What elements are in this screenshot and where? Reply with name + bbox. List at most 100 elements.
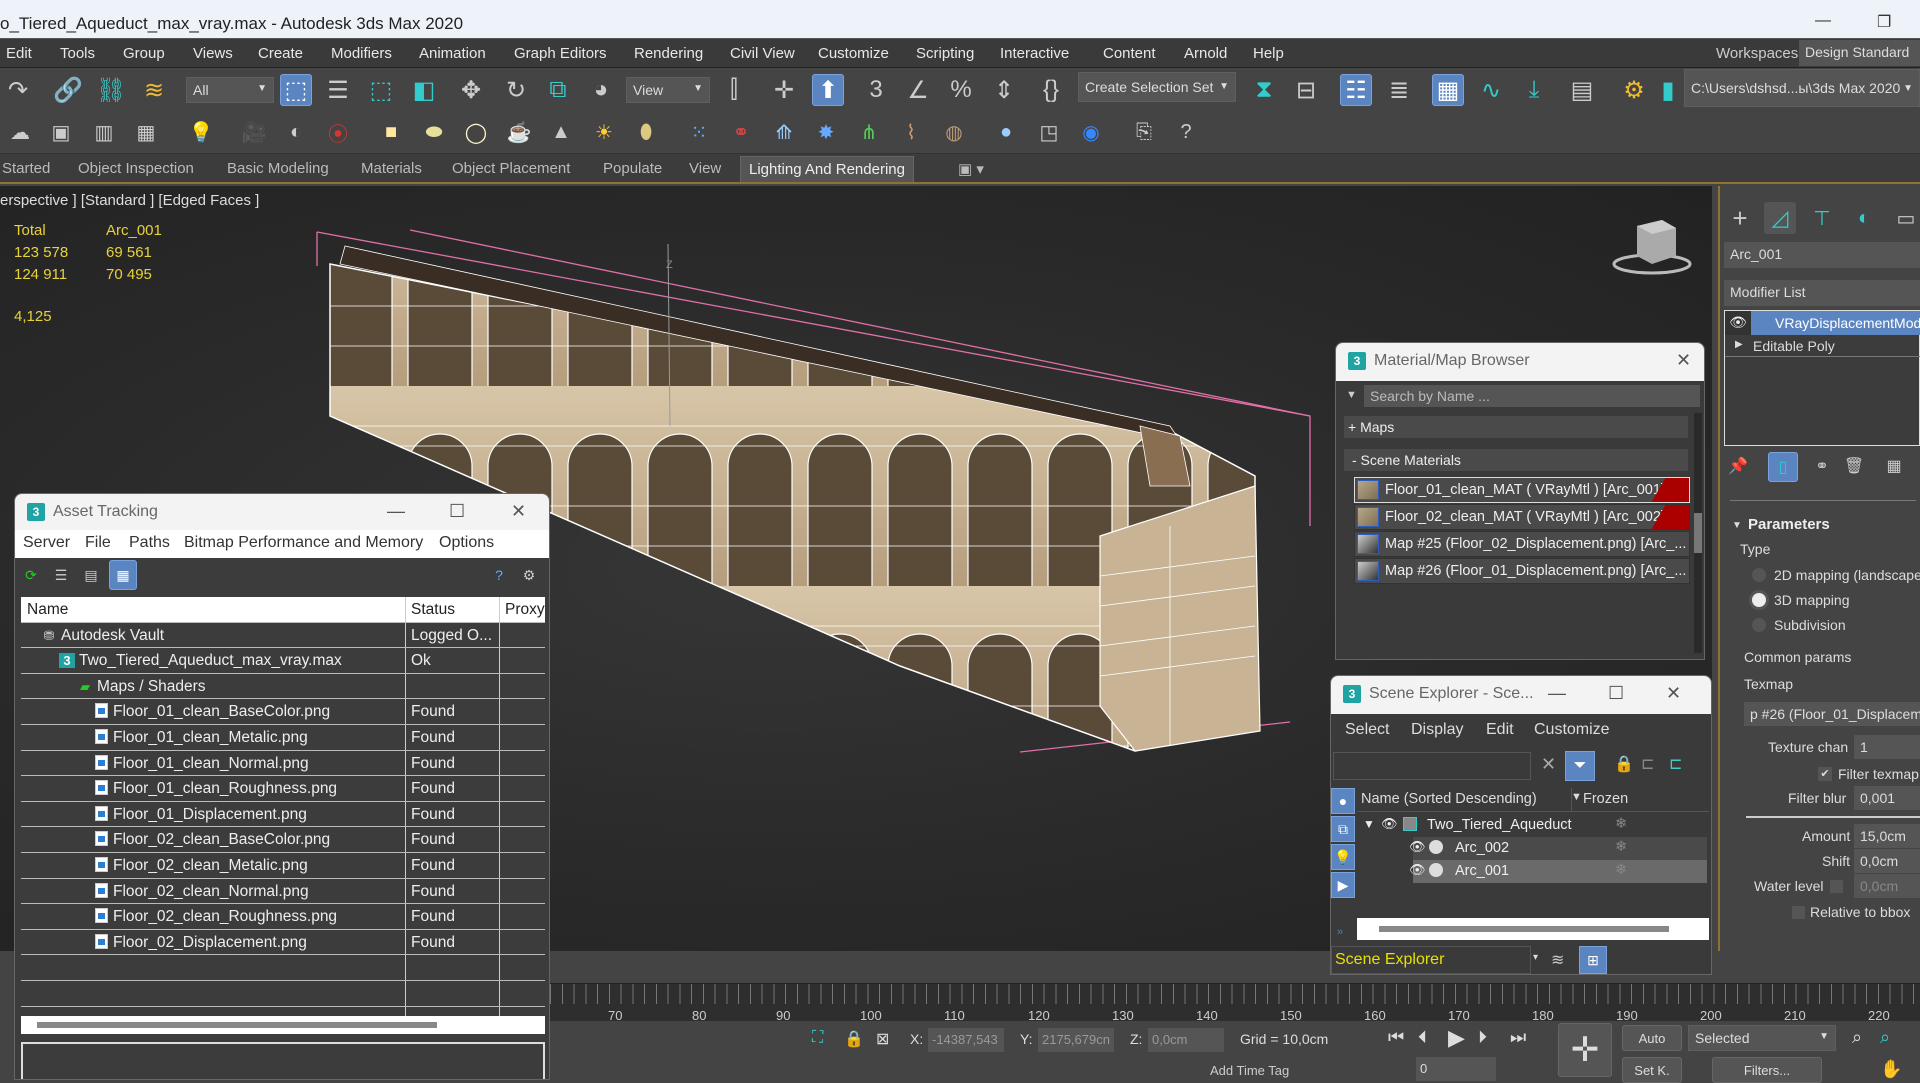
scale-icon[interactable]: ⧉: [542, 74, 574, 106]
zoom-icon[interactable]: ⌕: [1852, 1027, 1862, 1048]
expand-hierarchy-icon[interactable]: ⊏: [1669, 754, 1682, 774]
key-filter-dropdown[interactable]: Selected ▼: [1688, 1025, 1836, 1051]
align-icon[interactable]: ⊟: [1290, 74, 1322, 106]
table-row[interactable]: Floor_02_Displacement.png Found: [21, 929, 545, 956]
ies-light-icon[interactable]: ⬮: [630, 116, 662, 148]
display-shapes-icon[interactable]: ⧉: [1331, 816, 1355, 842]
vray-fur-icon[interactable]: ✸: [810, 116, 842, 148]
current-frame-spinner[interactable]: 0: [1416, 1057, 1496, 1081]
explorer-selector-dropdown[interactable]: Scene Explorer: [1331, 946, 1531, 974]
vfb-icon[interactable]: ◳: [1033, 116, 1065, 148]
menu-animation[interactable]: Animation: [419, 45, 486, 62]
project-folder-dropdown[interactable]: C:\Users\dshsd...ы\3ds Max 2020 ▼: [1684, 69, 1920, 107]
material-editor-icon[interactable]: ▤: [1566, 74, 1598, 106]
menu-edit[interactable]: Edit: [6, 45, 32, 62]
stack-item-vraydisplacementmod[interactable]: 👁 VRayDisplacementMod: [1725, 311, 1920, 335]
col-status[interactable]: Status: [407, 597, 500, 622]
minimize-icon[interactable]: —: [387, 501, 405, 522]
texmap-button[interactable]: p #26 (Floor_01_Displacemen: [1744, 702, 1920, 726]
scene-explorer-toggle-icon[interactable]: ☷: [1340, 74, 1372, 106]
col-name-sorted[interactable]: Name (Sorted Descending): [1361, 791, 1537, 807]
lock-icon[interactable]: 🔒: [1614, 754, 1634, 774]
tab-lighting-and-rendering[interactable]: Lighting And Rendering: [740, 156, 914, 182]
vray-grass-icon[interactable]: ⋔: [853, 116, 885, 148]
set-key-mode-button[interactable]: Set K.: [1622, 1057, 1682, 1083]
scene-explorer-titlebar[interactable]: 3 Scene Explorer - Sce... — ☐ ✕: [1331, 676, 1711, 714]
rectangular-selection-icon[interactable]: ⬚: [365, 74, 397, 106]
visibility-eye-icon[interactable]: 👁: [1409, 862, 1426, 878]
frozen-snowflake-icon[interactable]: ❄: [1615, 816, 1627, 832]
amount-spinner[interactable]: 15,0cm: [1854, 824, 1920, 848]
create-tab-icon[interactable]: +: [1724, 202, 1756, 234]
display-tab-icon[interactable]: ▭: [1890, 202, 1920, 234]
menu-scripting[interactable]: Scripting: [916, 45, 974, 62]
tab-object-inspection[interactable]: Object Inspection: [78, 160, 194, 177]
scene-tree-node[interactable]: 👁 Arc_002 ❄: [1361, 837, 1707, 860]
link-icon[interactable]: 🔗: [52, 74, 84, 106]
modify-tab-icon[interactable]: ◿: [1764, 202, 1796, 234]
mirror-icon[interactable]: ⧗: [1248, 74, 1280, 106]
water-level-checkbox[interactable]: [1830, 880, 1843, 893]
tree-view-icon[interactable]: ▤: [79, 562, 103, 588]
spinner-snap-icon[interactable]: ⇕: [988, 74, 1020, 106]
x-coordinate-field[interactable]: -14387,543: [928, 1028, 1004, 1052]
key-filters-button[interactable]: Filters...: [1712, 1057, 1822, 1083]
material-browser-titlebar[interactable]: 3 Material/Map Browser ✕: [1336, 343, 1704, 381]
motion-tab-icon[interactable]: ◐: [1848, 202, 1880, 234]
material-list-item[interactable]: Map #26 (Floor_01_Displacement.png) [Arc…: [1354, 558, 1690, 584]
toggle-ribbon-icon[interactable]: ▦: [1432, 74, 1464, 106]
eye-icon[interactable]: 👁: [1725, 311, 1751, 335]
visibility-eye-icon[interactable]: 👁: [1381, 816, 1398, 832]
close-icon[interactable]: ✕: [511, 501, 526, 522]
material-search-input[interactable]: Search by Name ...: [1364, 385, 1700, 407]
configure-modifier-sets-icon[interactable]: ▦: [1880, 452, 1908, 480]
time-slider-track[interactable]: 70 80 90 100 110 120 130 140 150 160 170 180 190 200 2…: [550, 983, 1920, 1023]
hierarchy-icon[interactable]: ⊏: [1641, 754, 1654, 774]
zoom-all-icon[interactable]: ⌕: [1880, 1027, 1890, 1048]
search-options-icon[interactable]: ▼: [1346, 389, 1357, 401]
table-row[interactable]: ⛃ Autodesk Vault Logged O...: [21, 622, 545, 649]
select-object-icon[interactable]: ⬚: [280, 74, 312, 106]
material-list-item[interactable]: Floor_02_clean_MAT ( VRayMtl ) [Arc_002]: [1354, 504, 1690, 530]
window-crossing-icon[interactable]: ◧: [408, 74, 440, 106]
workspaces-dropdown[interactable]: Design Standard: [1799, 40, 1920, 66]
menu-help[interactable]: Help: [1253, 45, 1284, 62]
unlink-icon[interactable]: ⛓: [95, 74, 127, 106]
scrollbar-thumb[interactable]: [1694, 513, 1702, 553]
help-icon[interactable]: ?: [487, 562, 511, 588]
select-manipulate-icon[interactable]: ✛: [768, 74, 800, 106]
pin-stack-icon[interactable]: 📌: [1724, 452, 1752, 480]
filter-blur-spinner[interactable]: 0,001: [1854, 786, 1920, 810]
tab-view[interactable]: View: [689, 160, 721, 177]
filter-texmap-checkbox[interactable]: ✔: [1818, 767, 1832, 781]
pivot-center-icon[interactable]: ⫿: [718, 74, 750, 106]
modifier-list-dropdown[interactable]: Modifier List: [1724, 280, 1920, 306]
auto-key-button[interactable]: Auto: [1622, 1025, 1682, 1051]
make-unique-icon[interactable]: ⚭: [1808, 452, 1836, 480]
col-name[interactable]: Name: [21, 597, 406, 622]
table-row[interactable]: Floor_02_clean_Normal.png Found: [21, 878, 545, 905]
col-proxy[interactable]: Proxy: [501, 597, 545, 622]
teapot-light-icon[interactable]: ☕: [503, 116, 535, 148]
help-icon[interactable]: ?: [1170, 116, 1202, 148]
col-frozen[interactable]: Frozen: [1583, 791, 1628, 807]
y-coordinate-field[interactable]: 2175,679cn: [1038, 1028, 1114, 1052]
radio-3d-mapping[interactable]: 3D mapping: [1752, 592, 1850, 608]
keyboard-shortcut-override-icon[interactable]: ⬆: [812, 74, 844, 106]
asset-menu-server[interactable]: Server: [23, 534, 70, 552]
tab-object-placement[interactable]: Object Placement: [452, 160, 570, 177]
rollout-collapse-icon[interactable]: ▼: [1732, 520, 1742, 531]
table-row[interactable]: Floor_02_clean_BaseColor.png Found: [21, 827, 545, 853]
reference-coordinate-dropdown[interactable]: View ▼: [626, 77, 710, 103]
absolute-mode-icon[interactable]: ⊠: [876, 1029, 889, 1049]
material-sphere-icon[interactable]: ●: [990, 116, 1022, 148]
maximize-icon[interactable]: ☐: [449, 501, 465, 522]
se-horizontal-scrollbar[interactable]: [1357, 918, 1709, 940]
material-list-item[interactable]: Floor_01_clean_MAT ( VRayMtl ) [Arc_001]: [1354, 477, 1690, 503]
cloud-icon[interactable]: ☁: [4, 116, 36, 148]
group-maps[interactable]: + Maps: [1344, 416, 1688, 438]
named-selection-set-dropdown[interactable]: Create Selection Set ▼: [1078, 72, 1236, 102]
render-setup-icon[interactable]: ⚙: [1618, 74, 1650, 106]
edit-named-selection-icon[interactable]: {}: [1035, 74, 1067, 106]
menu-civil-view[interactable]: Civil View: [730, 45, 795, 62]
